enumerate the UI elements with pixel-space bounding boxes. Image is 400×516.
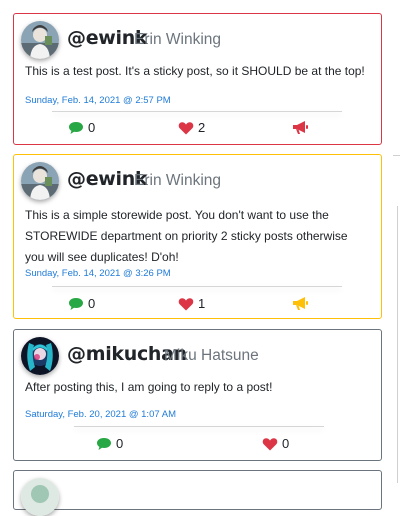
comment-button[interactable]: 0 bbox=[68, 296, 95, 311]
comment-icon bbox=[68, 121, 84, 135]
like-button[interactable]: 0 bbox=[262, 436, 289, 451]
like-button[interactable]: 1 bbox=[178, 296, 205, 311]
like-count: 1 bbox=[198, 296, 206, 311]
avatar[interactable] bbox=[21, 337, 59, 375]
post-author-name: Erin Winking bbox=[134, 172, 221, 189]
megaphone-icon bbox=[292, 296, 309, 311]
comment-button[interactable]: 0 bbox=[68, 120, 95, 135]
megaphone-icon bbox=[292, 120, 309, 135]
post-card: @ewink Erin Winking This is a simple sto… bbox=[13, 154, 382, 319]
comment-count: 0 bbox=[116, 436, 124, 451]
post-body: This is a test post. It's a sticky post,… bbox=[25, 64, 365, 78]
heart-icon bbox=[262, 437, 278, 451]
avatar[interactable] bbox=[21, 478, 59, 516]
post-timestamp[interactable]: Sunday, Feb. 14, 2021 @ 3:26 PM bbox=[25, 268, 171, 279]
post-feed: @ewink Erin Winking This is a test post.… bbox=[0, 0, 400, 516]
like-button[interactable]: 2 bbox=[178, 120, 205, 135]
announce-button[interactable] bbox=[292, 296, 309, 311]
like-count: 0 bbox=[282, 436, 290, 451]
avatar[interactable] bbox=[21, 21, 59, 59]
heart-icon bbox=[178, 121, 194, 135]
heart-icon bbox=[178, 297, 194, 311]
post-card: @ewink Erin Winking This is a test post.… bbox=[13, 13, 382, 145]
avatar[interactable] bbox=[21, 162, 59, 200]
comment-count: 0 bbox=[88, 120, 96, 135]
divider bbox=[74, 426, 324, 427]
side-panel-edge bbox=[397, 206, 398, 483]
divider bbox=[52, 286, 342, 287]
side-panel-divider bbox=[393, 155, 400, 156]
announce-button[interactable] bbox=[292, 120, 309, 135]
post-card bbox=[13, 470, 382, 516]
post-timestamp[interactable]: Sunday, Feb. 14, 2021 @ 2:57 PM bbox=[25, 95, 171, 106]
post-body: After posting this, I am going to reply … bbox=[25, 380, 273, 394]
comment-count: 0 bbox=[88, 296, 96, 311]
comment-icon bbox=[68, 297, 84, 311]
like-count: 2 bbox=[198, 120, 206, 135]
post-body: This is a simple storewide post. You don… bbox=[25, 208, 348, 264]
post-author-name: Miku Hatsune bbox=[164, 347, 259, 364]
post-author-name: Erin Winking bbox=[134, 31, 221, 48]
post-timestamp[interactable]: Saturday, Feb. 20, 2021 @ 1:07 AM bbox=[25, 409, 176, 420]
comment-icon bbox=[96, 437, 112, 451]
divider bbox=[52, 111, 342, 112]
post-card: @mikuchan Miku Hatsune After posting thi… bbox=[13, 329, 382, 461]
comment-button[interactable]: 0 bbox=[96, 436, 123, 451]
